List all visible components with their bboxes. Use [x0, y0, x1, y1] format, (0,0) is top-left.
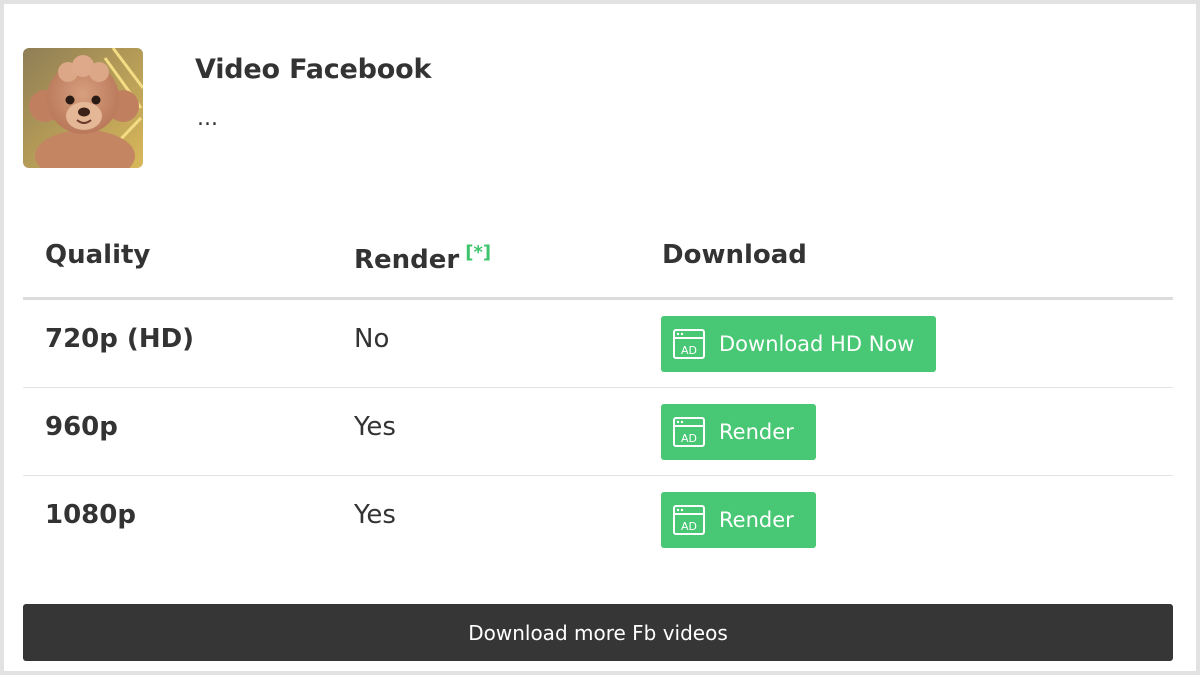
video-header: Video Facebook ... [23, 48, 1173, 172]
ad-icon: AD [673, 417, 705, 447]
download-hd-label: Download HD Now [719, 332, 915, 356]
header-render: Render [*] [354, 242, 491, 275]
svg-text:AD: AD [681, 344, 697, 357]
render-note-link[interactable]: [*] [465, 242, 491, 263]
table-row: 720p (HD) No AD Download HD Now [23, 300, 1173, 388]
ad-icon: AD [673, 329, 705, 359]
render-960p-button[interactable]: AD Render [661, 404, 816, 460]
video-thumbnail [23, 48, 143, 168]
video-title: Video Facebook [195, 54, 432, 85]
poodle-thumbnail-icon [23, 48, 143, 168]
quality-table: Quality Render [*] Download 720p (HD) No … [23, 220, 1173, 564]
download-more-button[interactable]: Download more Fb videos [23, 604, 1173, 661]
svg-text:AD: AD [681, 432, 697, 445]
ad-icon: AD [673, 505, 705, 535]
svg-text:AD: AD [681, 520, 697, 533]
render-1080p-button[interactable]: AD Render [661, 492, 816, 548]
row-render: Yes [354, 500, 396, 530]
header-render-label: Render [354, 245, 460, 275]
render-960p-label: Render [719, 420, 794, 444]
video-result-card: Video Facebook ... Quality Render [*] Dow… [0, 0, 1200, 675]
header-quality: Quality [45, 240, 151, 270]
row-quality: 720p (HD) [45, 324, 195, 354]
row-quality: 1080p [45, 500, 136, 530]
render-1080p-label: Render [719, 508, 794, 532]
header-download: Download [662, 240, 807, 270]
download-hd-button[interactable]: AD Download HD Now [661, 316, 937, 372]
video-subtitle: ... [197, 106, 218, 131]
row-quality: 960p [45, 412, 118, 442]
table-header: Quality Render [*] Download [23, 220, 1173, 300]
table-row: 960p Yes AD Render [23, 388, 1173, 476]
row-render: No [354, 324, 390, 354]
table-row: 1080p Yes AD Render [23, 476, 1173, 564]
row-render: Yes [354, 412, 396, 442]
